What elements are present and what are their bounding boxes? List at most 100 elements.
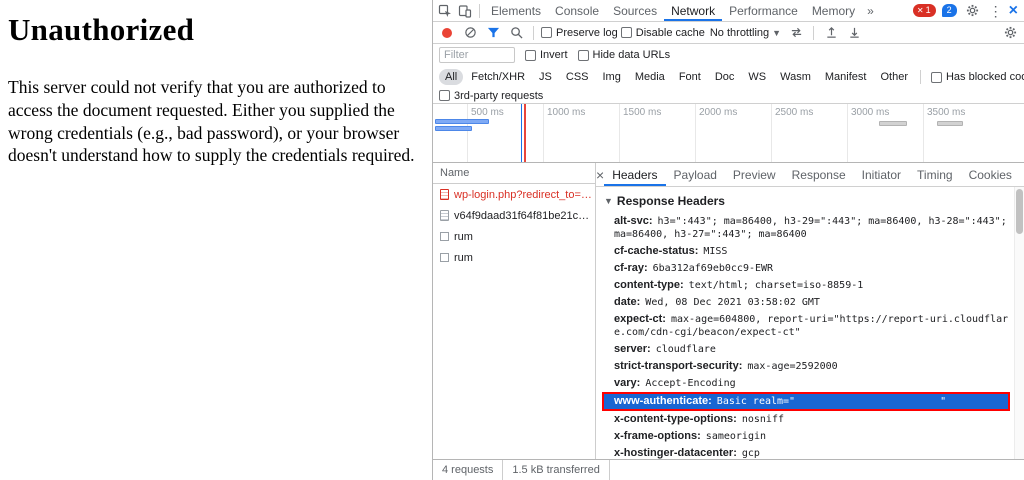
timeline-gridline — [923, 104, 924, 162]
response-headers-section[interactable]: ▼ Response Headers — [602, 191, 1012, 213]
timeline-tick: 3500 ms — [927, 107, 965, 118]
chip-css[interactable]: CSS — [560, 69, 595, 85]
request-row[interactable]: v64f9daad31f64f81be21cbef6... — [433, 205, 595, 226]
hide-data-urls-label: Hide data URLs — [593, 49, 671, 61]
timeline-gridline — [543, 104, 544, 162]
load-event-marker — [524, 104, 526, 162]
filter-input[interactable] — [439, 47, 515, 63]
request-details-panel: × Headers Payload Preview Response Initi… — [596, 163, 1024, 459]
issues-count-badge[interactable]: 2 — [942, 4, 957, 17]
request-list-panel: Name wp-login.php?redirect_to=htt... v64… — [433, 163, 596, 459]
devtools-panel: Elements Console Sources Network Perform… — [432, 0, 1024, 480]
tab-performance[interactable]: Performance — [722, 0, 805, 21]
timeline-gridline — [467, 104, 468, 162]
detail-tab-response[interactable]: Response — [784, 163, 854, 186]
transferred-size: 1.5 kB transferred — [512, 464, 599, 476]
inspect-element-icon[interactable] — [435, 1, 455, 21]
document-icon — [440, 189, 449, 200]
header-name: server — [614, 343, 651, 355]
header-value: max-age=604800, report-uri="https://repo… — [614, 314, 1008, 338]
chip-wasm[interactable]: Wasm — [774, 69, 817, 85]
timeline-tick: 2500 ms — [775, 107, 813, 118]
timeline-tick: 2000 ms — [699, 107, 737, 118]
network-overview-timeline[interactable]: 500 ms 1000 ms 1500 ms 2000 ms 2500 ms 3… — [433, 104, 1024, 163]
vertical-scrollbar[interactable] — [1014, 187, 1024, 459]
chip-other[interactable]: Other — [874, 69, 914, 85]
divider — [609, 460, 610, 480]
detail-tabbar: × Headers Payload Preview Response Initi… — [596, 163, 1024, 187]
name-column-header[interactable]: Name — [433, 163, 595, 184]
browser-page: Unauthorized This server could not verif… — [0, 0, 432, 480]
dom-content-loaded-marker — [521, 104, 522, 162]
detail-tab-payload[interactable]: Payload — [666, 163, 725, 186]
header-row: content-typetext/html; charset=iso-8859-… — [602, 277, 1012, 294]
tab-memory[interactable]: Memory — [805, 0, 862, 21]
throttling-dropdown[interactable]: No throttling ▼ — [708, 27, 783, 39]
request-name: wp-login.php?redirect_to=htt... — [454, 189, 595, 201]
header-name: x-hostinger-datacenter — [614, 447, 737, 459]
chip-img[interactable]: Img — [597, 69, 627, 85]
filter-funnel-icon[interactable] — [483, 23, 503, 43]
timeline-request-bar — [435, 119, 489, 124]
has-blocked-cookies-checkbox[interactable]: Has blocked cookies — [931, 71, 1024, 83]
request-row[interactable]: wp-login.php?redirect_to=htt... — [433, 184, 595, 205]
screen: Unauthorized This server could not verif… — [0, 0, 1024, 480]
close-details-icon[interactable]: × — [596, 167, 604, 183]
request-row[interactable]: rum — [433, 247, 595, 268]
detail-tab-headers[interactable]: Headers — [604, 163, 665, 186]
detail-tab-cookies[interactable]: Cookies — [961, 163, 1020, 186]
tab-elements[interactable]: Elements — [484, 0, 548, 21]
header-name: expect-ct — [614, 313, 666, 325]
tab-console[interactable]: Console — [548, 0, 606, 21]
export-har-icon[interactable] — [844, 23, 864, 43]
invert-checkbox[interactable]: Invert — [525, 49, 568, 61]
detail-tab-preview[interactable]: Preview — [725, 163, 784, 186]
timeline-request-bar — [879, 121, 907, 126]
tab-sources[interactable]: Sources — [606, 0, 664, 21]
chip-font[interactable]: Font — [673, 69, 707, 85]
divider — [920, 70, 921, 84]
timeline-tick: 1500 ms — [623, 107, 661, 118]
network-settings-gear-icon[interactable] — [1000, 23, 1020, 43]
third-party-label: 3rd-party requests — [454, 90, 543, 102]
detail-tab-initiator[interactable]: Initiator — [854, 163, 909, 186]
preserve-log-checkbox[interactable]: Preserve log — [541, 27, 618, 39]
timeline-gridline — [771, 104, 772, 162]
tab-network[interactable]: Network — [664, 0, 722, 21]
header-name: www-authenticate — [614, 395, 712, 407]
request-name: rum — [454, 252, 473, 264]
search-icon[interactable] — [506, 23, 526, 43]
chip-manifest[interactable]: Manifest — [819, 69, 873, 85]
timeline-tick: 500 ms — [471, 107, 504, 118]
chip-doc[interactable]: Doc — [709, 69, 741, 85]
checkbox-box — [439, 90, 450, 101]
import-har-icon[interactable] — [821, 23, 841, 43]
device-toolbar-icon[interactable] — [455, 1, 475, 21]
third-party-checkbox[interactable]: 3rd-party requests — [439, 90, 543, 102]
chip-ws[interactable]: WS — [742, 69, 772, 85]
detail-tab-timing[interactable]: Timing — [909, 163, 961, 186]
timeline-request-bar — [937, 121, 963, 126]
kebab-menu-icon[interactable]: ⋮ — [989, 4, 1003, 18]
record-network-log-button[interactable] — [442, 28, 452, 38]
clear-network-log-icon[interactable] — [460, 23, 480, 43]
chip-media[interactable]: Media — [629, 69, 671, 85]
header-value: text/html; charset=iso-8859-1 — [689, 280, 864, 291]
disable-cache-checkbox[interactable]: Disable cache — [621, 27, 705, 39]
chip-fetch-xhr[interactable]: Fetch/XHR — [465, 69, 531, 85]
hide-data-urls-checkbox[interactable]: Hide data URLs — [578, 49, 671, 61]
settings-gear-icon[interactable] — [963, 1, 983, 21]
chip-js[interactable]: JS — [533, 69, 558, 85]
error-count-badge[interactable]: 1 — [913, 4, 936, 17]
more-tabs-icon[interactable]: » — [862, 4, 879, 18]
resource-icon — [440, 232, 449, 241]
scrollbar-thumb[interactable] — [1016, 189, 1023, 234]
throttling-value: No throttling — [710, 27, 769, 39]
header-value-suffix: " — [940, 396, 946, 407]
header-name: date — [614, 296, 640, 308]
request-row[interactable]: rum — [433, 226, 595, 247]
close-devtools-icon[interactable]: × — [1009, 2, 1018, 20]
chip-all[interactable]: All — [439, 69, 463, 85]
timeline-request-bar — [435, 126, 472, 131]
network-conditions-icon[interactable] — [786, 23, 806, 43]
